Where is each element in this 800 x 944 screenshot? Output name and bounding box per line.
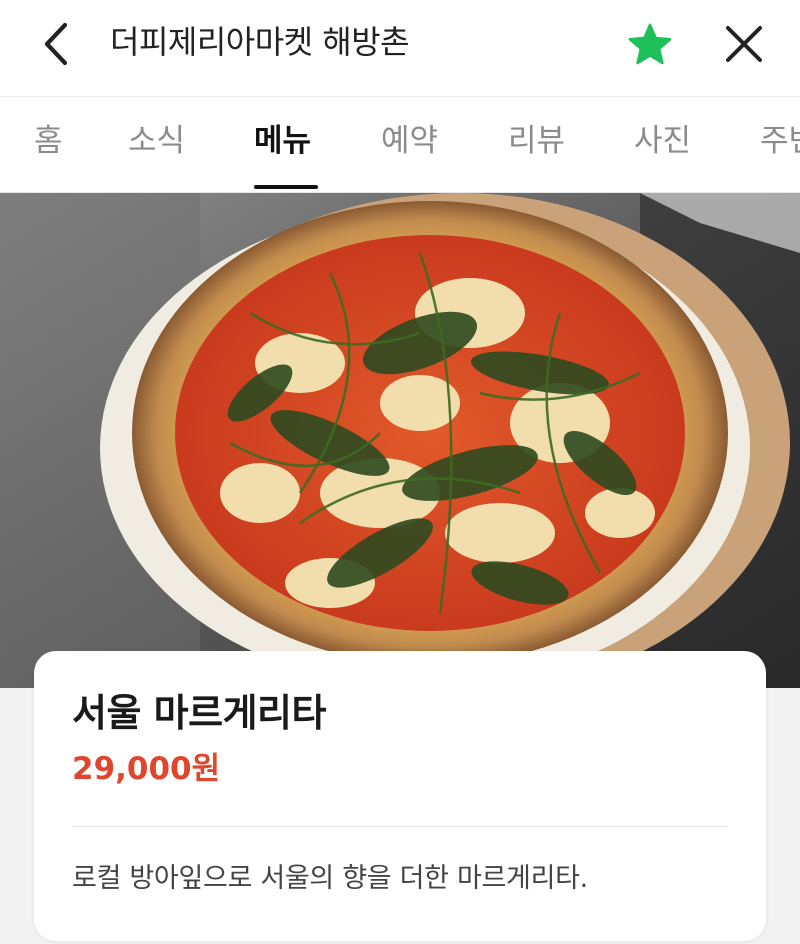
tab-menu[interactable]: 메뉴	[254, 119, 311, 163]
close-button[interactable]	[714, 14, 774, 74]
close-icon	[726, 26, 762, 62]
active-tab-indicator	[254, 185, 318, 189]
menu-detail-screen: 더피제리아마켓 해방촌 홈 소식 메뉴 예약 리뷰 사진 주변	[0, 0, 800, 944]
divider	[72, 826, 728, 827]
pizza-photo	[0, 193, 800, 688]
menu-name: 서울 마르게리타	[72, 691, 326, 735]
tab-news[interactable]: 소식	[128, 119, 185, 163]
tab-photos[interactable]: 사진	[634, 119, 691, 163]
top-bar: 더피제리아마켓 해방촌	[0, 0, 800, 96]
tab-reservation[interactable]: 예약	[381, 119, 438, 163]
menu-info-card: 서울 마르게리타 29,000원 로컬 방아잎으로 서울의 향을 더한 마르게리…	[34, 651, 766, 941]
favorite-button[interactable]	[622, 18, 678, 70]
chevron-left-icon	[44, 22, 68, 66]
menu-description: 로컬 방아잎으로 서울의 향을 더한 마르게리타.	[72, 863, 588, 894]
back-button[interactable]	[26, 14, 86, 74]
star-icon	[628, 23, 672, 65]
menu-photo	[0, 193, 800, 688]
tab-nearby[interactable]: 주변	[760, 119, 800, 163]
tab-reviews[interactable]: 리뷰	[508, 119, 565, 163]
tab-bar: 홈 소식 메뉴 예약 리뷰 사진 주변	[0, 96, 800, 193]
place-title: 더피제리아마켓 해방촌	[110, 23, 410, 61]
tab-home[interactable]: 홈	[34, 119, 63, 163]
menu-price: 29,000원	[72, 751, 221, 787]
